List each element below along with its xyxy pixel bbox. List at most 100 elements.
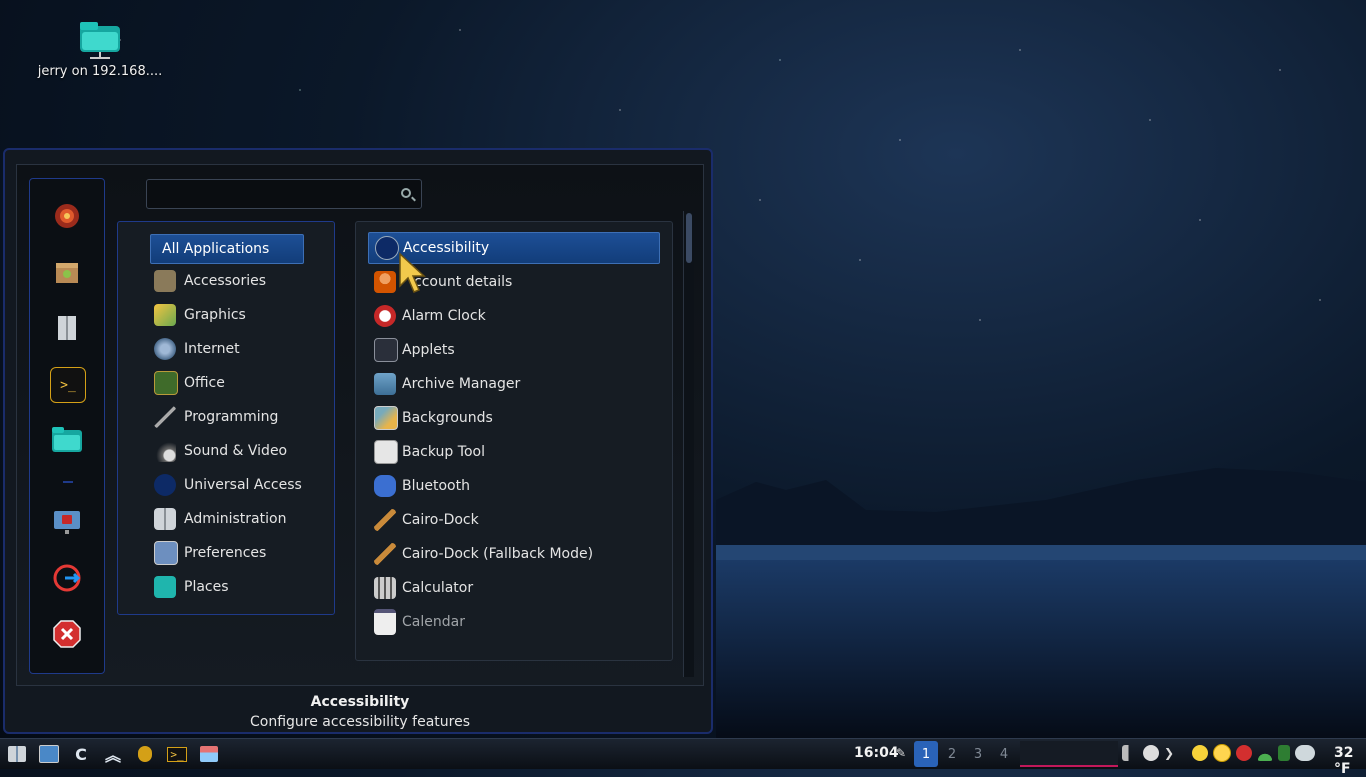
cairo-dock-fallback-icon — [374, 543, 396, 565]
accessories-icon — [154, 270, 176, 292]
app-cairo-dock[interactable]: Cairo-Dock — [368, 504, 660, 536]
home-launcher[interactable] — [196, 742, 222, 766]
app-bluetooth[interactable]: Bluetooth — [368, 470, 660, 502]
show-desktop-launcher[interactable] — [36, 742, 62, 766]
favorite-lock-screen[interactable] — [50, 505, 84, 539]
app-backgrounds[interactable]: Backgrounds — [368, 402, 660, 434]
workspace-1[interactable]: 1 — [914, 741, 938, 767]
favorite-files[interactable] — [50, 423, 84, 457]
application-menu: >_ All Applications Accessories Graphics… — [3, 148, 713, 734]
category-label: Graphics — [184, 307, 246, 323]
terminal-launcher[interactable]: >_ — [164, 742, 190, 766]
app-label: Calendar — [402, 614, 465, 630]
c-icon: C — [75, 744, 87, 764]
app-label: Accessibility — [403, 240, 490, 256]
app-applets[interactable]: Applets — [368, 334, 660, 366]
lock-screen-icon — [54, 511, 80, 534]
folder-icon — [52, 427, 82, 452]
category-graphics[interactable]: Graphics — [154, 300, 326, 330]
favorite-logout[interactable] — [50, 561, 84, 595]
workspace-4[interactable]: 4 — [992, 741, 1016, 767]
app-launcher-5[interactable] — [132, 742, 158, 766]
favorites-bar: >_ — [29, 178, 105, 674]
category-administration[interactable]: Administration — [154, 504, 326, 534]
accessibility-icon — [375, 236, 399, 260]
category-programming[interactable]: Programming — [154, 402, 326, 432]
app-account-details[interactable]: ccount details — [368, 266, 660, 298]
app-launcher-icon — [138, 746, 152, 762]
app-accessibility[interactable]: Accessibility — [368, 232, 660, 264]
battery-icon[interactable] — [1278, 745, 1290, 761]
search-box[interactable] — [146, 179, 422, 209]
app-calculator[interactable]: Calculator — [368, 572, 660, 604]
app-label: Cairo-Dock (Fallback Mode) — [402, 546, 594, 562]
internet-icon — [154, 338, 176, 360]
workspace-2[interactable]: 2 — [940, 741, 964, 767]
temperature[interactable]: 32 °F — [1334, 745, 1366, 777]
task-button[interactable] — [1020, 741, 1118, 767]
calculator-icon — [374, 577, 396, 599]
cairo-dock-icon — [374, 509, 396, 531]
category-preferences[interactable]: Preferences — [154, 538, 326, 568]
app-label: Backup Tool — [402, 444, 485, 460]
application-list: Accessibility ccount details Alarm Clock… — [355, 221, 673, 661]
menu-launcher[interactable] — [4, 742, 30, 766]
network-drive-icon[interactable] — [1143, 745, 1159, 761]
category-internet[interactable]: Internet — [154, 334, 326, 364]
desktop-network-folder[interactable]: jerry on 192.168.... — [30, 20, 170, 79]
favorite-browser[interactable] — [50, 199, 84, 233]
favorite-settings[interactable] — [50, 311, 84, 345]
category-places[interactable]: Places — [154, 572, 326, 602]
workspace-3[interactable]: 3 — [966, 741, 990, 767]
category-universal-access[interactable]: Universal Access — [154, 470, 326, 500]
backup-tool-icon — [374, 440, 398, 464]
category-office[interactable]: Office — [154, 368, 326, 398]
category-label: Places — [184, 579, 229, 595]
favorites-separator — [63, 481, 73, 483]
app-label: ccount details — [414, 274, 513, 290]
scrollbar-thumb[interactable] — [686, 213, 692, 263]
category-label: All Applications — [162, 241, 270, 257]
app-list-scrollbar[interactable] — [683, 211, 694, 677]
pin-icon: ✎ — [896, 746, 907, 760]
chevron-right-icon[interactable]: ❯ — [1164, 746, 1174, 760]
app-calendar[interactable]: Calendar — [368, 606, 660, 638]
volume-icon[interactable] — [1122, 745, 1138, 761]
emoji-icon[interactable] — [1213, 744, 1231, 762]
category-list: All Applications Accessories Graphics In… — [117, 221, 335, 615]
network-folder-icon — [78, 20, 122, 60]
app-label: Archive Manager — [402, 376, 521, 392]
favorite-shutdown[interactable] — [50, 617, 84, 651]
favorite-terminal[interactable]: >_ — [50, 367, 86, 403]
bluetooth-icon — [374, 475, 396, 497]
wifi-icon[interactable] — [1257, 745, 1273, 761]
category-label: Accessories — [184, 273, 267, 289]
app-label: Calculator — [402, 580, 474, 596]
app-backup-tool[interactable]: Backup Tool — [368, 436, 660, 468]
search-icon — [401, 188, 411, 198]
app-cairo-dock-fallback[interactable]: Cairo-Dock (Fallback Mode) — [368, 538, 660, 570]
power-icon[interactable] — [1192, 745, 1208, 761]
calendar-icon — [374, 609, 396, 635]
favorite-software-manager[interactable] — [50, 255, 84, 289]
universal-access-icon — [154, 474, 176, 496]
app-label: Applets — [402, 342, 455, 358]
weather-icon[interactable] — [1295, 745, 1315, 761]
alarm-icon[interactable] — [1236, 745, 1252, 761]
app-label: Alarm Clock — [402, 308, 486, 324]
category-accessories[interactable]: Accessories — [154, 266, 326, 296]
app-archive-manager[interactable]: Archive Manager — [368, 368, 660, 400]
category-sound-video[interactable]: Sound & Video — [154, 436, 326, 466]
ccleaner-launcher[interactable]: C — [68, 742, 94, 766]
category-all-applications[interactable]: All Applications — [150, 234, 304, 264]
expand-launcher[interactable]: ︽ — [100, 742, 126, 766]
administration-icon — [154, 508, 176, 530]
home-icon — [200, 746, 218, 762]
app-label: Backgrounds — [402, 410, 493, 426]
app-label: Bluetooth — [402, 478, 470, 494]
category-label: Internet — [184, 341, 240, 357]
shutdown-icon — [53, 620, 81, 648]
app-alarm-clock[interactable]: Alarm Clock — [368, 300, 660, 332]
search-input[interactable] — [155, 184, 389, 206]
clock[interactable]: 16:04 — [854, 745, 899, 761]
